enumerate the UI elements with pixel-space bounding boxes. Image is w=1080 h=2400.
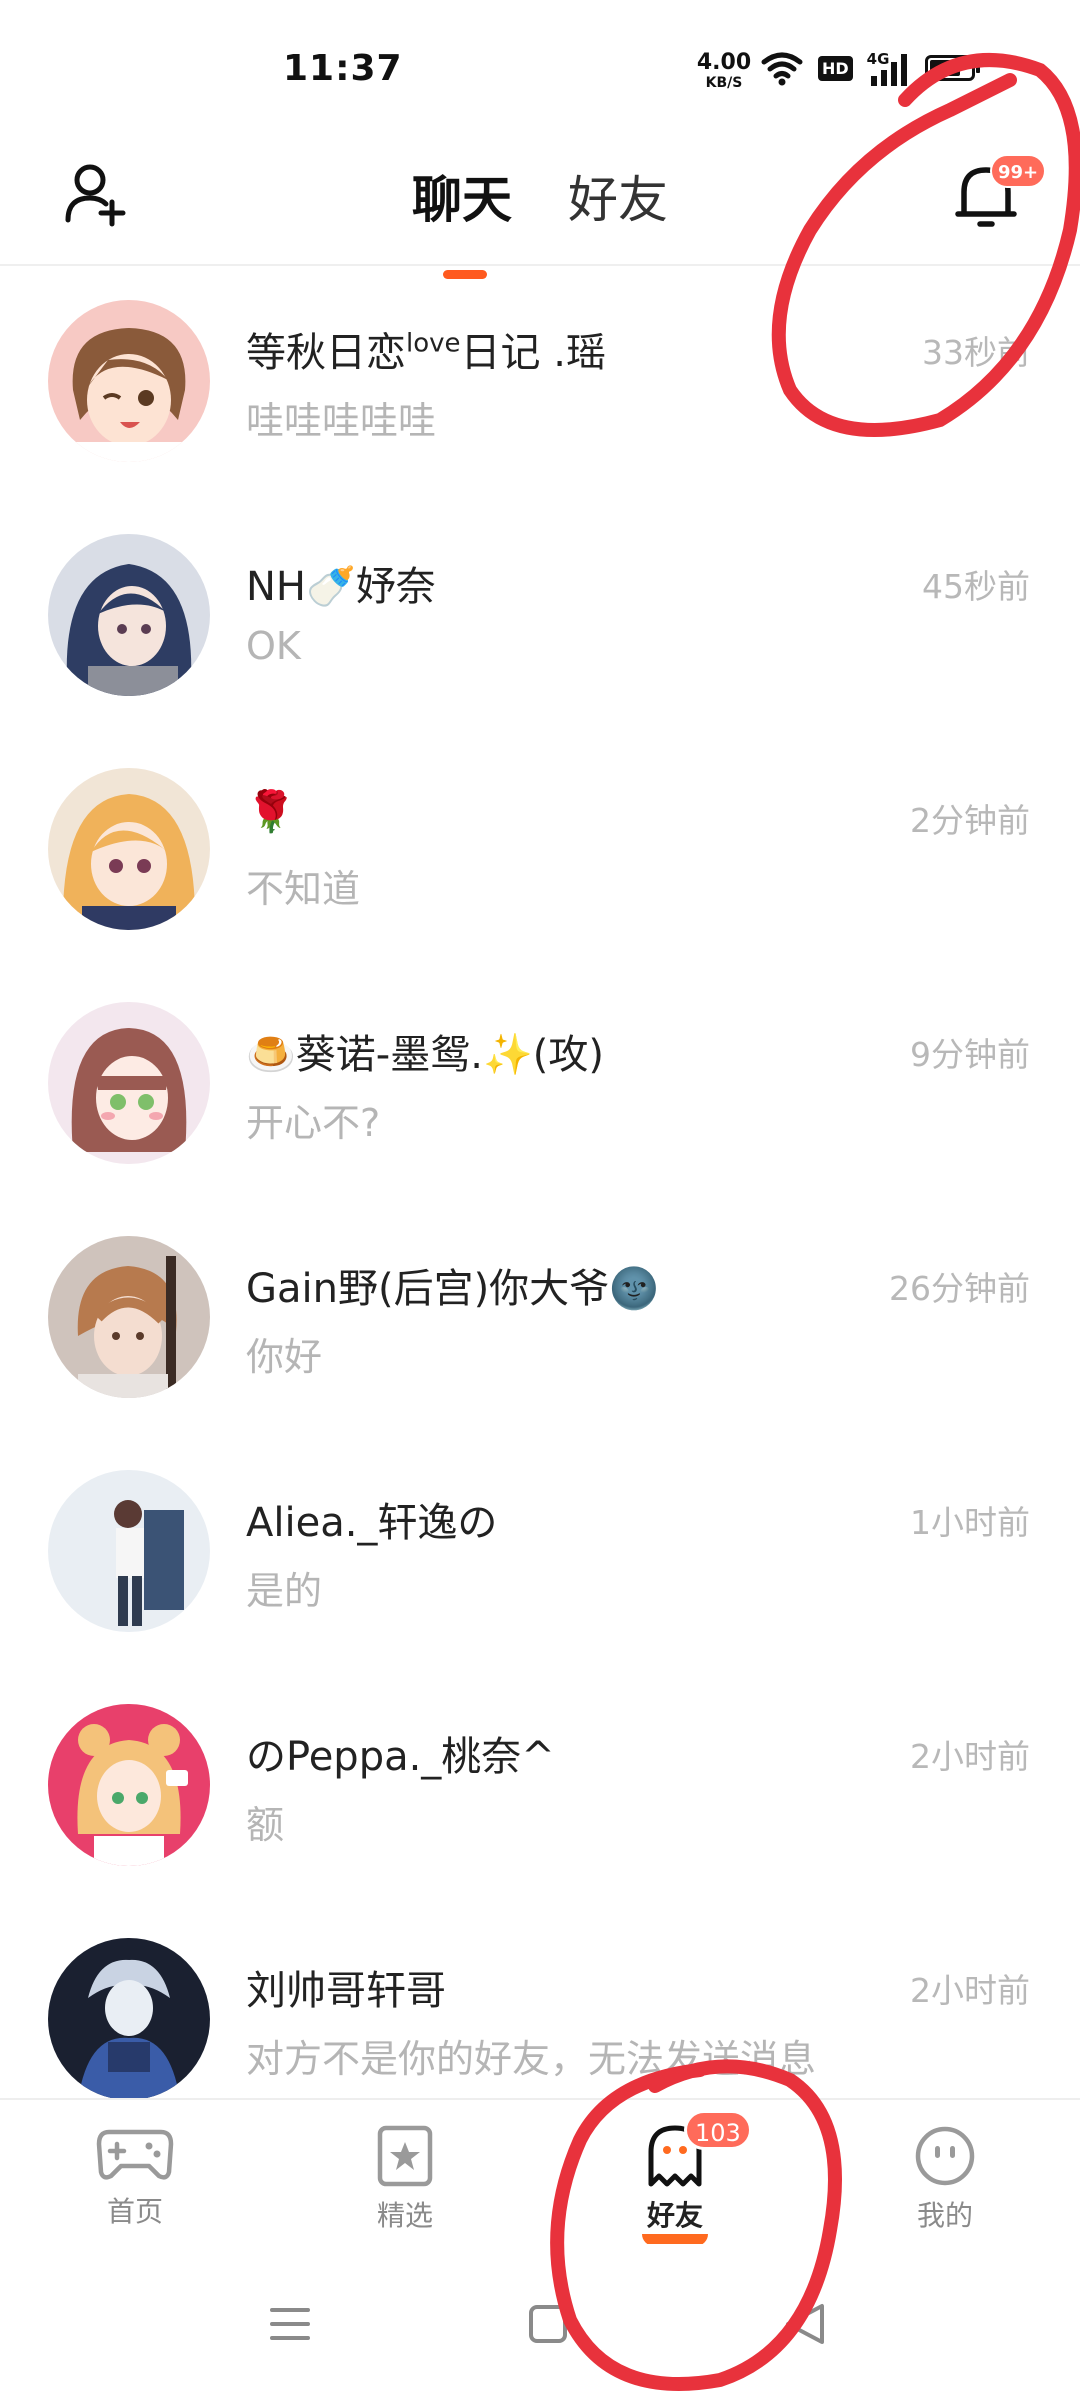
- nav-featured-label: 精选: [376, 2199, 433, 2232]
- avatar: [48, 534, 210, 696]
- back-triangle-icon[interactable]: [766, 2284, 846, 2364]
- gamepad-icon: [96, 2129, 174, 2180]
- chat-list: 等秋日恋love日记 .瑶 哇哇哇哇哇 33秒前 NH🍼妤奈 OK 45秒前 🌹: [0, 268, 1080, 2098]
- chat-name: 等秋日恋love日记 .瑶: [246, 328, 606, 376]
- nav-friends[interactable]: 好友 103: [600, 2110, 752, 2246]
- avatar: [48, 1236, 210, 1398]
- home-square-icon[interactable]: [508, 2284, 588, 2364]
- chat-time: 26分钟前: [889, 1269, 1030, 1308]
- nav-mine-label: 我的: [916, 2199, 973, 2232]
- chat-time: 2分钟前: [910, 801, 1030, 840]
- avatar: [48, 1002, 210, 1164]
- bottom-nav: 首页 精选 好友 103 我的: [0, 2098, 1080, 2246]
- network-type-label: 4G: [866, 50, 890, 68]
- avatar: [48, 1704, 210, 1866]
- chat-name: 🌹: [246, 789, 296, 835]
- chat-friend-tabs: 聊天 好友: [0, 156, 1080, 279]
- nav-friends-badge: 103: [684, 2110, 752, 2150]
- chat-item[interactable]: 刘帅哥轩哥 对方不是你的好友，无法发送消息 2小时前: [0, 1906, 1080, 2098]
- chat-time: 33秒前: [922, 333, 1030, 372]
- status-bar: 11:37 4.00 KB/S HD 4G: [0, 0, 1080, 140]
- chat-name: NH🍼妤奈: [246, 564, 436, 610]
- avatar: [48, 1938, 210, 2098]
- menu-icon[interactable]: [250, 2284, 330, 2364]
- chat-item[interactable]: 🌹 不知道 2分钟前: [0, 736, 1080, 970]
- smiley-icon: [915, 2126, 975, 2186]
- chat-preview: 哇哇哇哇哇: [246, 399, 437, 443]
- wifi-icon: [761, 52, 803, 86]
- chat-time: 1小时前: [910, 1503, 1030, 1542]
- chat-name: 刘帅哥轩哥: [246, 1968, 446, 2014]
- chat-name-superscript: love: [406, 328, 461, 359]
- chat-item[interactable]: Gain野(后宫)你大爷🌚 你好 26分钟前: [0, 1204, 1080, 1438]
- network-speed-value: 4.00: [696, 50, 752, 75]
- nav-featured[interactable]: 精选: [330, 2110, 480, 2240]
- nav-home[interactable]: 首页: [60, 2110, 210, 2240]
- nav-mine[interactable]: 我的: [870, 2110, 1020, 2240]
- avatar: [48, 768, 210, 930]
- chat-name: Gain野(后宫)你大爷🌚: [246, 1266, 659, 1312]
- chat-item[interactable]: 等秋日恋love日记 .瑶 哇哇哇哇哇 33秒前: [0, 268, 1080, 502]
- star-card-icon: [377, 2125, 433, 2187]
- status-icons: HD 4G: [760, 50, 980, 86]
- chat-name: Aliea._轩逸の: [246, 1500, 498, 1546]
- chat-preview: 对方不是你的好友，无法发送消息: [246, 2037, 817, 2081]
- system-nav-bar: [0, 2244, 1080, 2400]
- chat-preview: 开心不?: [246, 1101, 381, 1145]
- avatar: [48, 300, 210, 462]
- tab-friends[interactable]: 好友: [568, 160, 668, 232]
- signal-4g-icon: 4G: [867, 50, 911, 86]
- chat-time: 45秒前: [922, 567, 1030, 606]
- chat-preview: 额: [246, 1803, 285, 1847]
- chat-item[interactable]: のPeppa._桃奈^ 额 2小时前: [0, 1672, 1080, 1906]
- top-header: 聊天 好友 99+: [0, 140, 1080, 279]
- notification-badge: 99+: [990, 154, 1047, 188]
- network-speed: 4.00 KB/S: [696, 50, 752, 91]
- chat-time: 2小时前: [910, 1971, 1030, 2010]
- chat-item[interactable]: Aliea._轩逸の 是的 1小时前: [0, 1438, 1080, 1672]
- nav-friends-label: 好友: [646, 2199, 703, 2232]
- battery-icon: [924, 55, 980, 81]
- chat-preview: 你好: [246, 1335, 323, 1379]
- status-time: 11:37: [283, 48, 403, 89]
- chat-item[interactable]: 🍮葵诺-墨鸳.✨(攻) 开心不? 9分钟前: [0, 970, 1080, 1204]
- chat-preview: OK: [246, 624, 301, 668]
- chat-preview: 是的: [246, 1569, 323, 1613]
- avatar: [48, 1470, 210, 1632]
- chat-item[interactable]: NH🍼妤奈 OK 45秒前: [0, 502, 1080, 736]
- hd-icon: HD: [818, 55, 853, 81]
- chat-time: 2小时前: [910, 1737, 1030, 1776]
- nav-home-label: 首页: [106, 2195, 163, 2228]
- chat-name: 🍮葵诺-墨鸳.✨(攻): [246, 1032, 604, 1078]
- chat-time: 9分钟前: [910, 1035, 1030, 1074]
- network-speed-unit: KB/S: [705, 75, 743, 91]
- chat-name: のPeppa._桃奈^: [246, 1734, 555, 1780]
- tab-chat[interactable]: 聊天: [412, 160, 512, 232]
- chat-preview: 不知道: [246, 867, 361, 911]
